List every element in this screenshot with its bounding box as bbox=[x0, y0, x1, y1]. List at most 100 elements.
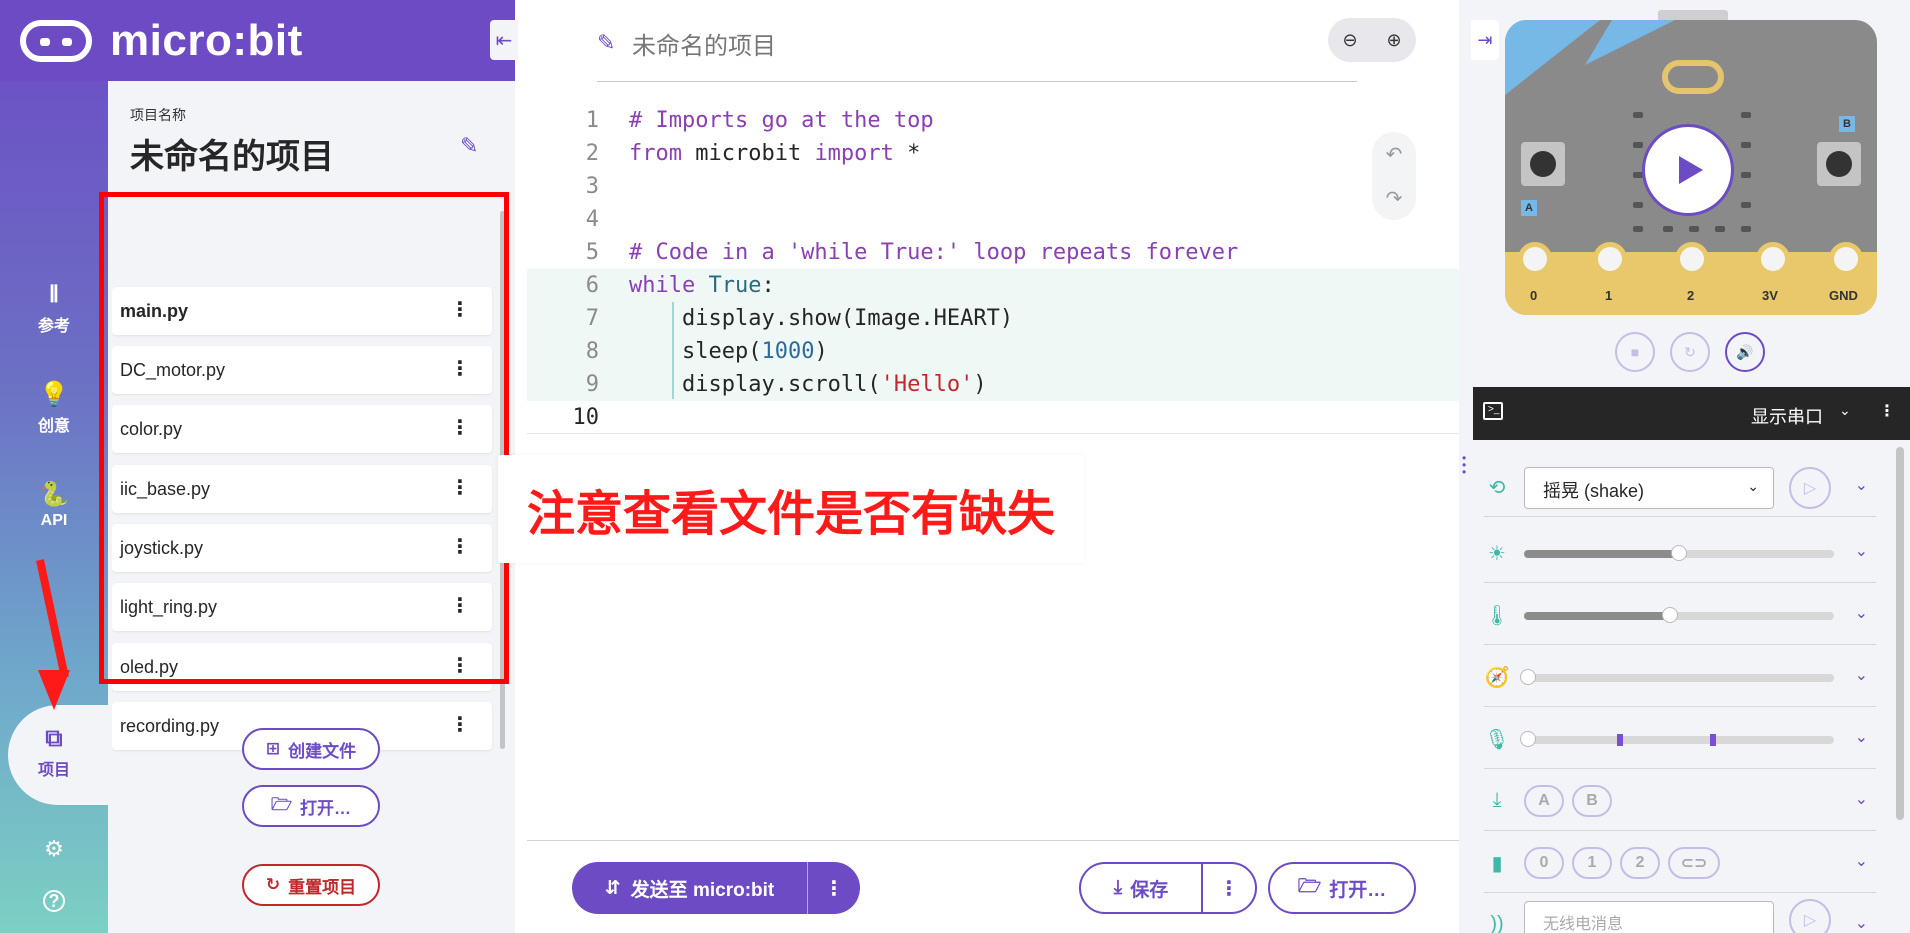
button-a-label: A bbox=[1521, 200, 1537, 216]
open-file-button[interactable]: 🗁 打开… bbox=[242, 785, 380, 827]
rail-item-ideas[interactable]: 💡 创意 bbox=[0, 382, 108, 436]
chevron-down-icon[interactable]: ⌄ bbox=[1855, 541, 1868, 561]
chevron-down-icon[interactable]: ⌄ bbox=[1855, 475, 1868, 495]
send-more-icon[interactable]: ⋮ bbox=[808, 876, 860, 901]
code-line: 9 display.scroll('Hello') bbox=[527, 368, 1459, 401]
open-button[interactable]: 🗁 打开… bbox=[1268, 862, 1416, 914]
pin-1[interactable] bbox=[1593, 242, 1627, 276]
chevron-down-icon[interactable]: ⌄ bbox=[1855, 603, 1868, 623]
help-icon: ? bbox=[43, 890, 65, 912]
line-number: 7 bbox=[585, 306, 599, 331]
pin-label: 2 bbox=[1687, 288, 1695, 303]
send-radio-button[interactable]: ▷ bbox=[1789, 899, 1831, 933]
sim-pin-0[interactable]: 0 bbox=[1524, 847, 1564, 879]
annotation-callout: 注意查看文件是否有缺失 bbox=[498, 455, 1084, 563]
chevron-down-icon[interactable]: ⌄ bbox=[1855, 665, 1868, 685]
code-text: display.show(Image.HEART) bbox=[629, 306, 1014, 331]
led bbox=[1741, 226, 1751, 232]
collapse-sidebar-button[interactable]: ⇤ bbox=[490, 20, 518, 60]
light-slider[interactable] bbox=[1524, 545, 1834, 561]
compass-slider-thumb[interactable] bbox=[1520, 669, 1536, 685]
line-number: 6 bbox=[585, 273, 599, 298]
touch-logo[interactable] bbox=[1662, 60, 1724, 94]
chevron-down-icon[interactable]: ⌄ bbox=[1855, 913, 1868, 933]
add-file-icon: ⊞ bbox=[265, 739, 281, 758]
zoom-out-button[interactable]: ⊖ bbox=[1328, 18, 1372, 62]
zoom-controls: ⊖ ⊕ bbox=[1328, 18, 1416, 62]
edit-project-name-icon[interactable]: ✎ bbox=[460, 133, 478, 159]
download-icon: ⤓ bbox=[1113, 877, 1123, 898]
temperature-slider[interactable] bbox=[1524, 607, 1834, 623]
buttons-row: ⤓ A B ⌄ bbox=[1484, 769, 1876, 831]
pin-2[interactable] bbox=[1675, 242, 1709, 276]
gesture-select[interactable]: 摇晃 (shake) ⌄ bbox=[1524, 467, 1774, 509]
sound-slider[interactable] bbox=[1520, 731, 1834, 747]
gear-icon: ⚙ bbox=[44, 836, 64, 861]
send-to-microbit-button[interactable]: ⇵ 发送至 micro:bit ⋮ bbox=[572, 862, 860, 914]
mute-button[interactable]: 🔊 bbox=[1725, 332, 1765, 372]
collapse-simulator-button[interactable]: ⇥ bbox=[1471, 20, 1499, 60]
radio-row: )) 无线电消息 ▷ ⌄ bbox=[1484, 893, 1876, 933]
sim-pin-1[interactable]: 1 bbox=[1572, 847, 1612, 879]
code-text: while True: bbox=[629, 273, 775, 298]
sim-logo-touch[interactable]: ⊂⊃ bbox=[1668, 847, 1720, 879]
chevron-down-icon[interactable]: ⌄ bbox=[1855, 789, 1868, 809]
code-line: 3 bbox=[527, 170, 1459, 203]
serial-menu-icon[interactable]: ⋮ bbox=[1879, 401, 1895, 421]
sim-button-a[interactable]: A bbox=[1524, 785, 1564, 817]
stop-icon: ■ bbox=[1630, 344, 1640, 360]
chevron-down-icon[interactable]: ⌄ bbox=[1839, 402, 1851, 419]
drag-handle-icon[interactable]: • • • bbox=[1462, 452, 1466, 478]
stop-button[interactable]: ■ bbox=[1615, 332, 1655, 372]
sim-pin-2[interactable]: 2 bbox=[1620, 847, 1660, 879]
create-file-button[interactable]: ⊞ 创建文件 bbox=[242, 728, 380, 770]
radio-message-input[interactable]: 无线电消息 bbox=[1524, 901, 1774, 933]
sound-threshold-high[interactable] bbox=[1710, 734, 1716, 746]
led bbox=[1633, 226, 1643, 232]
led bbox=[1715, 226, 1725, 232]
light-slider-thumb[interactable] bbox=[1671, 545, 1687, 561]
terminal-icon: >_ bbox=[1483, 402, 1503, 420]
rail-item-api[interactable]: 🐍 API bbox=[0, 482, 108, 530]
file-name: recording.py bbox=[120, 715, 220, 736]
rail-item-project[interactable]: ⧉ 项目 bbox=[0, 726, 108, 780]
send-label: 发送至 micro:bit bbox=[630, 879, 775, 901]
chevron-down-icon[interactable]: ⌄ bbox=[1855, 727, 1868, 747]
led bbox=[1633, 142, 1643, 148]
save-button[interactable]: ⤓ 保存 ⋮ bbox=[1079, 862, 1257, 914]
editor-project-name[interactable]: 未命名的项目 bbox=[632, 26, 776, 61]
code-text: display.scroll('Hello') bbox=[629, 372, 987, 397]
sim-button-b[interactable]: B bbox=[1572, 785, 1612, 817]
code-text: sleep(1000) bbox=[629, 339, 828, 364]
line-number: 8 bbox=[585, 339, 599, 364]
button-b[interactable] bbox=[1817, 142, 1861, 186]
rail-item-label: 创意 bbox=[37, 418, 70, 435]
simulator-play-button[interactable] bbox=[1642, 124, 1734, 216]
button-a[interactable] bbox=[1521, 142, 1565, 186]
reset-project-button[interactable]: ↻ 重置项目 bbox=[242, 864, 380, 906]
help-button[interactable]: ? bbox=[0, 890, 108, 912]
zoom-in-button[interactable]: ⊕ bbox=[1372, 18, 1416, 62]
folder-icon: 🗁 bbox=[270, 794, 293, 814]
save-more-icon[interactable]: ⋮ bbox=[1203, 876, 1255, 901]
restart-button[interactable]: ↻ bbox=[1670, 332, 1710, 372]
compass-slider[interactable] bbox=[1520, 669, 1834, 685]
touch-icon: ▮ bbox=[1491, 853, 1503, 875]
send-gesture-button[interactable]: ▷ bbox=[1789, 467, 1831, 509]
edit-icon[interactable]: ✎ bbox=[597, 30, 615, 56]
save-main[interactable]: ⤓ 保存 bbox=[1081, 864, 1203, 912]
speaker-icon: 🔊 bbox=[1736, 343, 1754, 360]
rail-item-reference[interactable]: 𝍪 参考 bbox=[0, 282, 108, 336]
settings-button[interactable]: ⚙ bbox=[0, 836, 108, 862]
file-menu-icon[interactable]: ⋮ bbox=[450, 712, 470, 738]
temperature-slider-thumb[interactable] bbox=[1661, 607, 1678, 623]
simulator-scrollbar[interactable] bbox=[1896, 447, 1904, 820]
chevron-down-icon[interactable]: ⌄ bbox=[1855, 851, 1868, 871]
line-number: 3 bbox=[585, 174, 599, 199]
sound-slider-thumb[interactable] bbox=[1520, 731, 1536, 747]
send-main[interactable]: ⇵ 发送至 micro:bit bbox=[572, 862, 808, 914]
editor-header: ✎ 未命名的项目 bbox=[597, 20, 1357, 82]
sound-threshold-low[interactable] bbox=[1617, 734, 1623, 746]
pin-0[interactable] bbox=[1518, 242, 1552, 276]
show-serial-label[interactable]: 显示串口 bbox=[1751, 403, 1823, 429]
